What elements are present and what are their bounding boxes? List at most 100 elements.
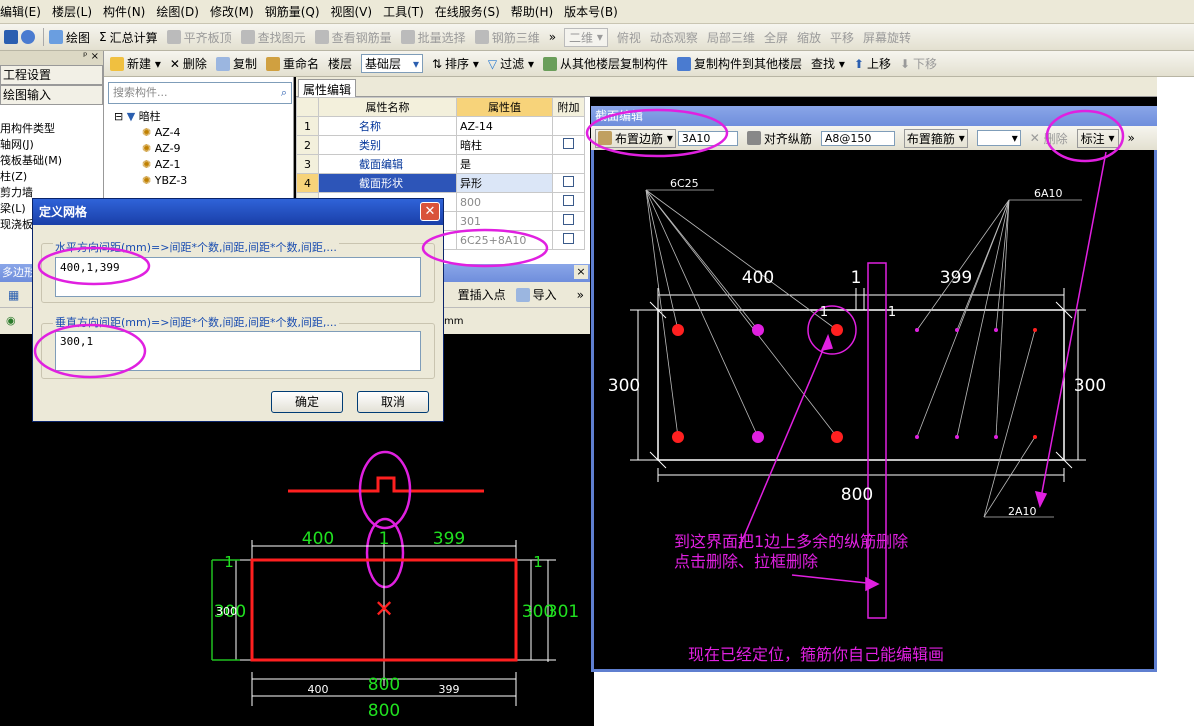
close-icon[interactable]: ×: [574, 265, 588, 279]
sort-button[interactable]: ⇅ 排序 ▾: [432, 55, 479, 72]
rebar-a10[interactable]: [955, 328, 959, 332]
find-button[interactable]: 查找 ▾: [811, 55, 845, 72]
pan-button[interactable]: 平移: [830, 29, 854, 46]
toolbar-overflow-icon[interactable]: »: [549, 30, 556, 44]
stirrup-spec-input[interactable]: A8@150: [820, 130, 895, 146]
copy-to-floor-button[interactable]: 复制构件到其他楼层: [677, 55, 802, 72]
undo-icon[interactable]: [21, 30, 35, 44]
rebar-a10[interactable]: [955, 435, 959, 439]
delete-button[interactable]: ✕ 删除: [170, 55, 207, 72]
table-row-selected[interactable]: 4 截面形状 异形: [296, 173, 585, 193]
new-button[interactable]: 新建 ▾: [110, 55, 161, 72]
extra-checkbox[interactable]: [563, 176, 574, 187]
rebar-c25[interactable]: [831, 324, 843, 336]
menu-floor[interactable]: 楼层(L): [52, 3, 92, 20]
menu-help[interactable]: 帮助(H): [511, 3, 553, 20]
panel-pin[interactable]: ᵖ ×: [0, 51, 103, 65]
rename-button[interactable]: 重命名: [265, 55, 319, 72]
prop-value[interactable]: 暗柱: [456, 135, 553, 155]
table-row[interactable]: 2 类别 暗柱: [296, 135, 585, 155]
place-stirrup-button[interactable]: 布置箍筋 ▾: [903, 128, 968, 148]
rebar-c25[interactable]: [752, 431, 764, 443]
tab-project-settings[interactable]: 工程设置: [0, 65, 103, 85]
stirrup-type-select[interactable]: ▾: [976, 130, 1021, 146]
menu-rebar-qty[interactable]: 钢筋量(Q): [265, 3, 320, 20]
extra-checkbox[interactable]: [563, 138, 574, 149]
rebar-a10[interactable]: [994, 328, 998, 332]
overflow-icon[interactable]: »: [577, 288, 584, 302]
search-component-input[interactable]: 搜索构件... ⌕: [108, 82, 292, 104]
rebar-a10[interactable]: [915, 435, 919, 439]
prop-value[interactable]: 是: [456, 154, 553, 174]
extra-checkbox[interactable]: [563, 195, 574, 206]
top-view-button[interactable]: 俯视: [617, 29, 641, 46]
annotate-button[interactable]: 标注 ▾: [1076, 128, 1119, 148]
align-longitudinal-button[interactable]: 对齐纵筋: [746, 130, 812, 147]
move-up-button[interactable]: ⬆ 上移: [854, 55, 891, 72]
copy-from-floor-button[interactable]: 从其他楼层复制构件: [543, 55, 668, 72]
draw-button[interactable]: 绘图: [49, 29, 90, 46]
extra-checkbox[interactable]: [563, 233, 574, 244]
menu-component[interactable]: 构件(N): [103, 3, 145, 20]
zoom-button[interactable]: 缩放: [797, 29, 821, 46]
place-edge-rebar-button[interactable]: 布置边筋 ▾: [595, 128, 676, 148]
rotate-button[interactable]: 屏幕旋转: [863, 29, 911, 46]
import-button[interactable]: 导入: [533, 286, 557, 303]
vertical-spacing-input[interactable]: 300,1: [55, 331, 421, 371]
section-overflow-icon[interactable]: »: [1128, 131, 1135, 145]
table-row[interactable]: 1 名称 AZ-14: [296, 116, 585, 136]
prop-value[interactable]: 异形: [456, 173, 553, 193]
tree-item[interactable]: 轴网(J): [0, 137, 103, 153]
search-icon[interactable]: ⌕: [281, 83, 287, 103]
batch-select-button[interactable]: 批量选择: [400, 29, 466, 46]
dynamic-view-button[interactable]: 动态观察: [650, 29, 698, 46]
horizontal-spacing-input[interactable]: 400,1,399: [55, 257, 421, 297]
grid-icon[interactable]: ▦: [8, 288, 19, 302]
menu-version[interactable]: 版本号(B): [564, 3, 618, 20]
prop-value[interactable]: AZ-14: [456, 116, 553, 136]
tree-root-hidden-column[interactable]: ⊟ ▼ 暗柱: [114, 109, 187, 125]
view-rebar-qty-button[interactable]: 查看钢筋量: [314, 29, 392, 46]
fullscreen-button[interactable]: 全屏: [764, 29, 788, 46]
menu-tools[interactable]: 工具(T): [383, 3, 424, 20]
rebar-a10[interactable]: [1033, 435, 1037, 439]
menu-modify[interactable]: 修改(M): [210, 3, 254, 20]
table-row[interactable]: 3 截面编辑是: [296, 154, 585, 174]
rebar-a10[interactable]: [994, 435, 998, 439]
tree-item[interactable]: 用构件类型: [0, 121, 103, 137]
filter-button[interactable]: ▽ 过滤 ▾: [488, 55, 534, 72]
tree-item[interactable]: 柱(Z): [0, 169, 103, 185]
view-mode-select[interactable]: 二维 ▾: [564, 27, 608, 47]
rebar-3d-button[interactable]: 钢筋三维: [474, 29, 540, 46]
rebar-c25[interactable]: [831, 431, 843, 443]
section-delete-button[interactable]: ✕ 删除: [1030, 130, 1068, 147]
tab-drawing-input[interactable]: 绘图输入: [0, 85, 103, 105]
edge-rebar-input[interactable]: 3A10: [677, 130, 738, 146]
tree-item[interactable]: 筏板基础(M): [0, 153, 103, 169]
local-3d-button[interactable]: 局部三维: [707, 29, 755, 46]
tree-item-az9[interactable]: ✺ AZ-9: [114, 141, 187, 157]
tab-property-edit[interactable]: 属性编辑: [298, 79, 357, 99]
menu-draw[interactable]: 绘图(D): [156, 3, 199, 20]
rebar-c25[interactable]: [672, 324, 684, 336]
find-element-button[interactable]: 查找图元: [240, 29, 306, 46]
section-drawing-canvas[interactable]: 6C25 6A10 2A10 400 1 399 1 1 300 300 800…: [594, 150, 1154, 668]
rebar-a10[interactable]: [915, 328, 919, 332]
tree-item-ybz3[interactable]: ✺ YBZ-3: [114, 173, 187, 189]
tree-item-az1[interactable]: ✺ AZ-1: [114, 157, 187, 173]
ok-button[interactable]: 确定: [271, 391, 343, 413]
copy-button[interactable]: 复制: [215, 55, 257, 72]
set-insert-point-button[interactable]: 置插入点: [458, 286, 506, 303]
move-down-button[interactable]: ⬇ 下移: [900, 55, 937, 72]
close-button[interactable]: ✕: [420, 202, 440, 221]
align-slab-top-button[interactable]: 平齐板顶: [166, 29, 232, 46]
floor-select[interactable]: 基础层 ▾: [360, 54, 423, 73]
extra-checkbox[interactable]: [563, 214, 574, 225]
prop-value[interactable]: 301: [456, 211, 553, 231]
prop-value[interactable]: 800: [456, 192, 553, 212]
tree-item-az4[interactable]: ✺ AZ-4: [114, 125, 187, 141]
rebar-c25[interactable]: [672, 431, 684, 443]
rebar-c25[interactable]: [752, 324, 764, 336]
save-icon[interactable]: [4, 30, 18, 44]
menu-view[interactable]: 视图(V): [331, 3, 373, 20]
